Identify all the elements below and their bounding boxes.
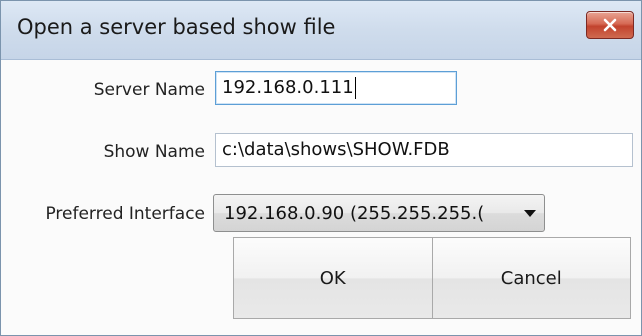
title-bar[interactable]: Open a server based show file bbox=[1, 1, 641, 60]
chevron-down-icon[interactable] bbox=[524, 210, 536, 217]
server-name-input[interactable]: 192.168.0.111 bbox=[215, 71, 457, 105]
close-button[interactable] bbox=[586, 11, 634, 39]
dialog-buttons: OK Cancel bbox=[233, 237, 631, 319]
show-name-label: Show Name bbox=[103, 142, 205, 162]
cancel-button[interactable]: Cancel bbox=[431, 238, 630, 318]
server-name-label: Server Name bbox=[93, 80, 205, 100]
preferred-interface-label: Preferred Interface bbox=[45, 204, 205, 224]
text-caret bbox=[354, 77, 356, 99]
close-icon bbox=[603, 18, 617, 32]
server-name-value: 192.168.0.111 bbox=[222, 77, 354, 98]
preferred-interface-select[interactable]: 192.168.0.90 (255.255.255.( bbox=[213, 194, 545, 232]
show-name-input[interactable]: c:\data\shows\SHOW.FDB bbox=[215, 133, 633, 167]
show-name-value: c:\data\shows\SHOW.FDB bbox=[222, 139, 450, 160]
preferred-interface-value: 192.168.0.90 (255.255.255.( bbox=[224, 203, 485, 224]
ok-button[interactable]: OK bbox=[234, 238, 432, 318]
dialog-window: Open a server based show file Server Nam… bbox=[0, 0, 642, 336]
dialog-title: Open a server based show file bbox=[17, 15, 336, 39]
